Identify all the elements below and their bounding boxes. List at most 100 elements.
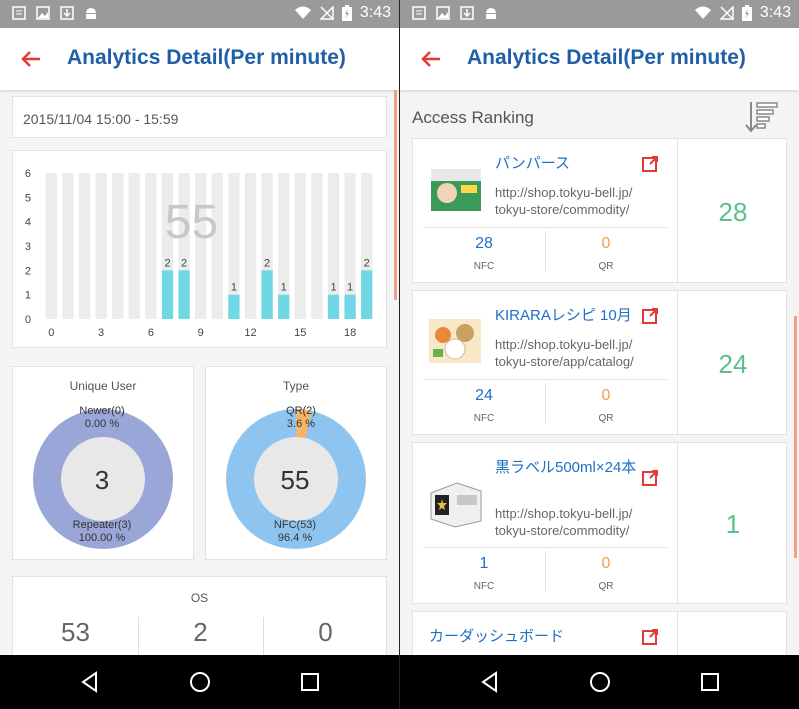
product-title[interactable]: KIRARAレシピ 10月	[495, 307, 645, 325]
qr-count: 0	[601, 555, 611, 572]
repeater-label: Repeater(3)	[72, 519, 132, 531]
android-icon	[86, 8, 96, 19]
type-count: 55	[280, 465, 310, 495]
stats-divider	[423, 227, 667, 228]
nav-back-icon[interactable]	[78, 670, 102, 694]
product-url-line2: tokyu-store/commodity/	[495, 523, 630, 538]
external-link-icon[interactable]	[641, 628, 659, 646]
access-count: 1	[725, 509, 741, 539]
notes-icon	[12, 6, 26, 20]
bar-value-label: 1	[330, 282, 336, 294]
image-icon	[36, 6, 50, 20]
y-tick-label: 2	[25, 265, 31, 277]
stats-divider	[423, 379, 667, 380]
x-tick-label: 18	[344, 327, 356, 339]
x-tick-label: 3	[98, 327, 104, 339]
app-bar: Analytics Detail(Per minute)	[0, 28, 399, 90]
ranking-item[interactable]: 黒ラベル500ml×24本 http://shop.tokyu-bell.jp/…	[412, 442, 787, 604]
bar-value-label: 1	[347, 282, 353, 294]
nav-home-icon[interactable]	[588, 670, 612, 694]
download-icon	[60, 6, 74, 20]
stats-divider	[423, 547, 667, 548]
unique-user-card: Unique User 3 Newer(0) 0.00 % Repeater(3…	[12, 366, 194, 560]
scrollbar[interactable]	[394, 90, 397, 300]
nav-recents-icon[interactable]	[298, 670, 322, 694]
product-url-line1: http://shop.tokyu-bell.jp/	[495, 337, 633, 352]
product-title[interactable]: パンパース	[495, 155, 645, 173]
bar-chart: 01234560 3 6 9 12 15 182 2121 1 12	[25, 168, 373, 339]
nfc-count: 28	[475, 235, 493, 252]
bar	[361, 270, 373, 319]
external-link-icon[interactable]	[641, 307, 659, 325]
qr-count: 0	[601, 235, 611, 252]
date-range-card[interactable]: 2015/11/04 15:00 - 15:59	[12, 96, 387, 138]
section-title: Access Ranking	[412, 108, 534, 127]
os-value-1: 53	[61, 617, 90, 647]
back-arrow-icon[interactable]	[420, 48, 442, 70]
bar	[178, 270, 190, 319]
bar	[261, 270, 273, 319]
newer-pct: 0.00 %	[84, 418, 120, 430]
bar	[344, 294, 356, 319]
x-tick-label: 6	[148, 327, 154, 339]
product-url-line2: tokyu-store/commodity/	[495, 202, 630, 217]
product-url-line2: tokyu-store/app/catalog/	[495, 354, 634, 369]
bar-value-label: 2	[364, 257, 370, 269]
sort-descending-icon[interactable]	[743, 100, 779, 134]
bar-value-label: 1	[281, 282, 287, 294]
bar	[327, 294, 340, 319]
no-signal-icon	[319, 6, 334, 20]
back-arrow-icon[interactable]	[20, 48, 42, 70]
no-signal-icon	[719, 6, 734, 20]
nav-bar	[0, 655, 399, 709]
external-link-icon[interactable]	[641, 469, 659, 487]
total-overlay: 55	[164, 196, 219, 249]
nav-home-icon[interactable]	[188, 670, 212, 694]
app-bar: Analytics Detail(Per minute)	[400, 28, 799, 90]
x-tick-label: 15	[294, 327, 306, 339]
product-thumbnail	[430, 482, 482, 528]
bar-value-label: 2	[181, 257, 187, 269]
bar-value-label: 2	[164, 257, 170, 269]
bar-value-label: 1	[231, 282, 237, 294]
battery-charging-icon	[341, 5, 352, 21]
nfc-label: NFC(53)	[273, 519, 317, 531]
page-title: Analytics Detail(Per minute)	[467, 46, 746, 69]
date-range: 2015/11/04 15:00 - 15:59	[23, 111, 179, 127]
nav-back-icon[interactable]	[478, 670, 502, 694]
product-title[interactable]: 黒ラベル500ml×24本	[495, 459, 645, 477]
right-screen: 3:43 Analytics Detail(Per minute) Access…	[400, 0, 799, 709]
newer-label: Newer(0)	[79, 405, 125, 417]
battery-charging-icon	[741, 5, 752, 21]
qr-label: QR	[598, 261, 614, 272]
nfc-count: 24	[475, 387, 493, 404]
x-tick-label: 12	[244, 327, 256, 339]
ranking-item[interactable]: パンパース http://shop.tokyu-bell.jp/ tokyu-s…	[412, 138, 787, 283]
bar-chart-card: 0 1 2 3 4 5 6 0 3 6 9 12 15 18 2 2 1 2 1 1 1 2 55	[12, 150, 387, 348]
page-title: Analytics Detail(Per minute)	[67, 46, 346, 69]
access-count: 28	[718, 197, 748, 227]
wifi-icon	[694, 6, 711, 19]
image-icon	[436, 6, 450, 20]
bar	[228, 294, 240, 319]
scrollbar[interactable]	[794, 316, 797, 558]
repeater-pct: 100.00 %	[78, 532, 126, 544]
qr-label: QR	[598, 581, 614, 592]
access-count: 24	[718, 349, 748, 379]
product-title[interactable]: カーダッシュボード	[429, 628, 629, 646]
nfc-count: 1	[479, 555, 489, 572]
os-card: OS 53 2 0	[12, 576, 387, 655]
type-card: Type 55 QR(2) 3.6 % NFC(53) 96.4 %	[205, 366, 387, 560]
external-link-icon[interactable]	[641, 155, 659, 173]
wifi-icon	[294, 6, 311, 19]
x-tick-label: 0	[48, 327, 54, 339]
os-title: OS	[190, 591, 209, 605]
bar	[278, 294, 290, 319]
status-bar: 3:43	[0, 0, 399, 28]
nav-recents-icon[interactable]	[698, 670, 722, 694]
analytics-content[interactable]: 2015/11/04 15:00 - 15:59 0 1 2 3 4 5 6 0 3 6 9 12 15…	[0, 90, 399, 655]
qr-label: QR(2)	[286, 405, 316, 417]
ranking-item[interactable]: KIRARAレシピ 10月 http://shop.tokyu-bell.jp/…	[412, 290, 787, 435]
android-icon	[486, 8, 496, 19]
clock: 3:43	[759, 4, 791, 21]
